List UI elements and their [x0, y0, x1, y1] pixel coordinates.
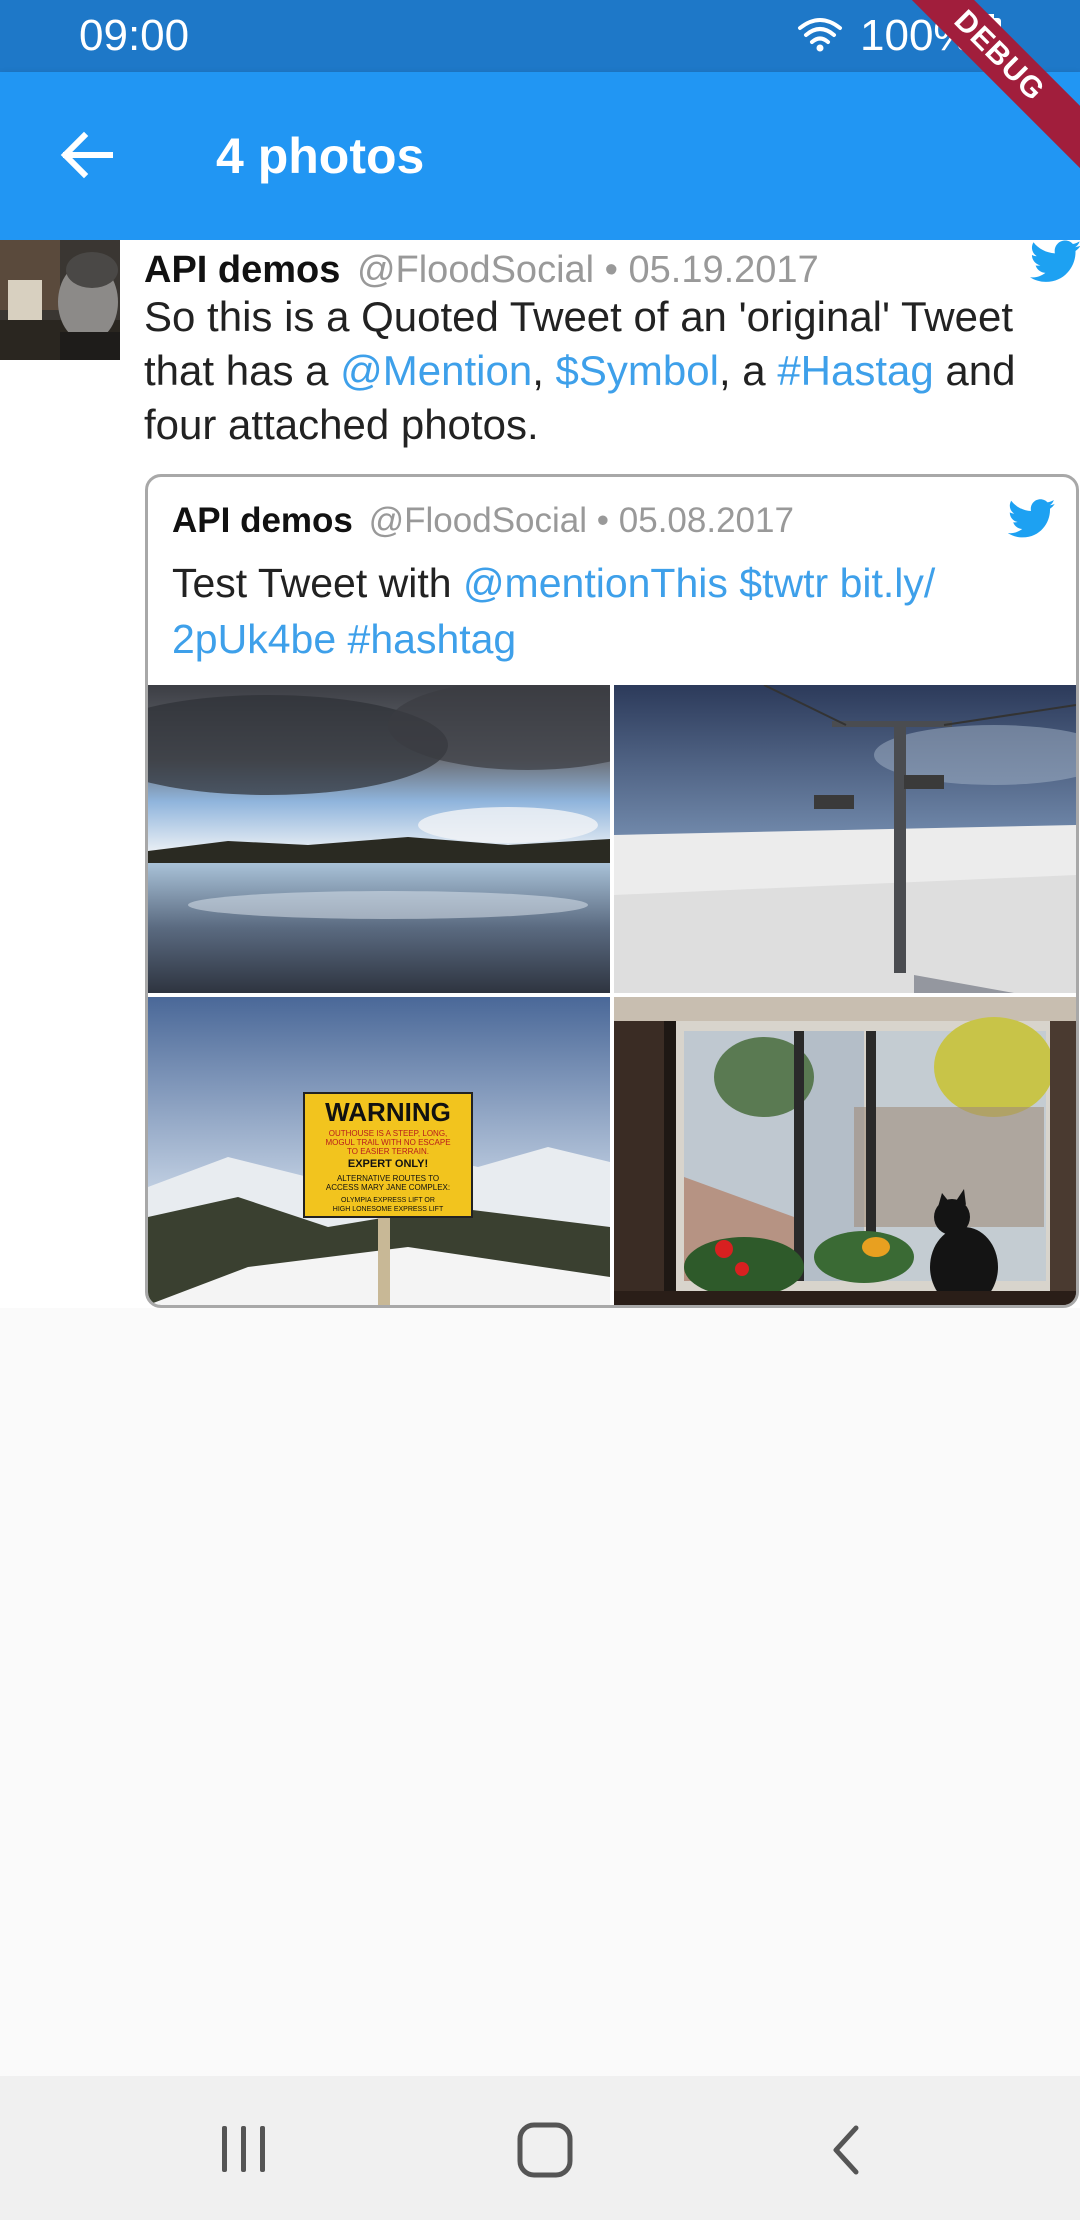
recents-icon[interactable] [214, 2122, 274, 2176]
photo-ski-lift[interactable] [614, 685, 1076, 993]
warning-sign-text: OUTHOUSE IS A STEEP, LONG, [329, 1129, 448, 1138]
avatar[interactable] [0, 240, 120, 360]
quoted-text-part [336, 616, 347, 662]
warning-sign-text: TO EASIER TERRAIN. [347, 1147, 429, 1156]
quoted-text-part [728, 560, 739, 606]
hashtag-link[interactable]: #hashtag [348, 616, 517, 662]
warning-sign-text: ALTERNATIVE ROUTES TO [337, 1174, 439, 1183]
quoted-text-part: Test Tweet with [172, 560, 463, 606]
home-icon[interactable] [515, 2120, 575, 2180]
symbol-link[interactable]: $twtr [739, 560, 828, 606]
quoted-user-name[interactable]: API demos [172, 501, 353, 540]
back-icon[interactable] [826, 2120, 866, 2180]
tweet-text: So this is a Quoted Tweet of an 'origina… [144, 290, 1064, 452]
hashtag-link[interactable]: #Hastag [777, 347, 933, 394]
photo-warning-sign[interactable]: WARNING OUTHOUSE IS A STEEP, LONG, MOGUL… [148, 997, 610, 1305]
quoted-text-part [828, 560, 839, 606]
tweet-date: • 05.19.2017 [604, 249, 819, 291]
symbol-link[interactable]: $Symbol [556, 347, 719, 394]
quoted-tweet-text: Test Tweet with @mentionThis $twtr bit.l… [172, 555, 1052, 667]
app-bar: 4 photos [0, 72, 1080, 240]
warning-sign-text: OLYMPIA EXPRESS LIFT OR [341, 1197, 435, 1204]
quoted-tweet-date: • 05.08.2017 [596, 501, 794, 540]
quoted-user-handle[interactable]: @FloodSocial [369, 501, 587, 540]
status-time: 09:00 [79, 11, 190, 60]
arrow-back-icon[interactable] [54, 122, 120, 188]
user-name[interactable]: API demos [144, 249, 340, 291]
twitter-bird-icon[interactable] [1030, 240, 1080, 284]
photo-window-cat[interactable] [614, 997, 1076, 1305]
wifi-icon [798, 18, 842, 52]
tweet-text-part: , a [718, 347, 778, 394]
system-nav-bar [0, 2076, 1080, 2220]
status-bar: 09:00 100% [0, 0, 1080, 72]
warning-sign-title: WARNING [325, 1097, 451, 1127]
warning-sign-text: MOGUL TRAIL WITH NO ESCAPE [325, 1138, 450, 1147]
tweet-header: API demos @FloodSocial • 05.19.2017 [144, 246, 819, 294]
quoted-tweet[interactable]: API demos @FloodSocial • 05.08.2017 Test… [145, 474, 1079, 1308]
warning-sign-text: HIGH LONESOME EXPRESS LIFT [333, 1206, 444, 1213]
warning-sign-text: ACCESS MARY JANE COMPLEX: [326, 1183, 450, 1192]
mention-link[interactable]: @mentionThis [463, 560, 728, 606]
warning-sign-text: EXPERT ONLY! [348, 1158, 428, 1170]
tweet-text-part: , [532, 347, 556, 394]
twitter-bird-icon[interactable] [1008, 499, 1056, 539]
tweet-card[interactable]: API demos @FloodSocial • 05.19.2017 So t… [0, 240, 1080, 1308]
page-title: 4 photos [216, 128, 425, 184]
photo-lake-clouds[interactable] [148, 685, 610, 993]
mention-link[interactable]: @Mention [340, 347, 532, 394]
user-handle[interactable]: @FloodSocial [357, 249, 594, 291]
quoted-tweet-header: API demos @FloodSocial • 05.08.2017 [172, 499, 794, 543]
photo-grid: WARNING OUTHOUSE IS A STEEP, LONG, MOGUL… [148, 685, 1076, 1305]
